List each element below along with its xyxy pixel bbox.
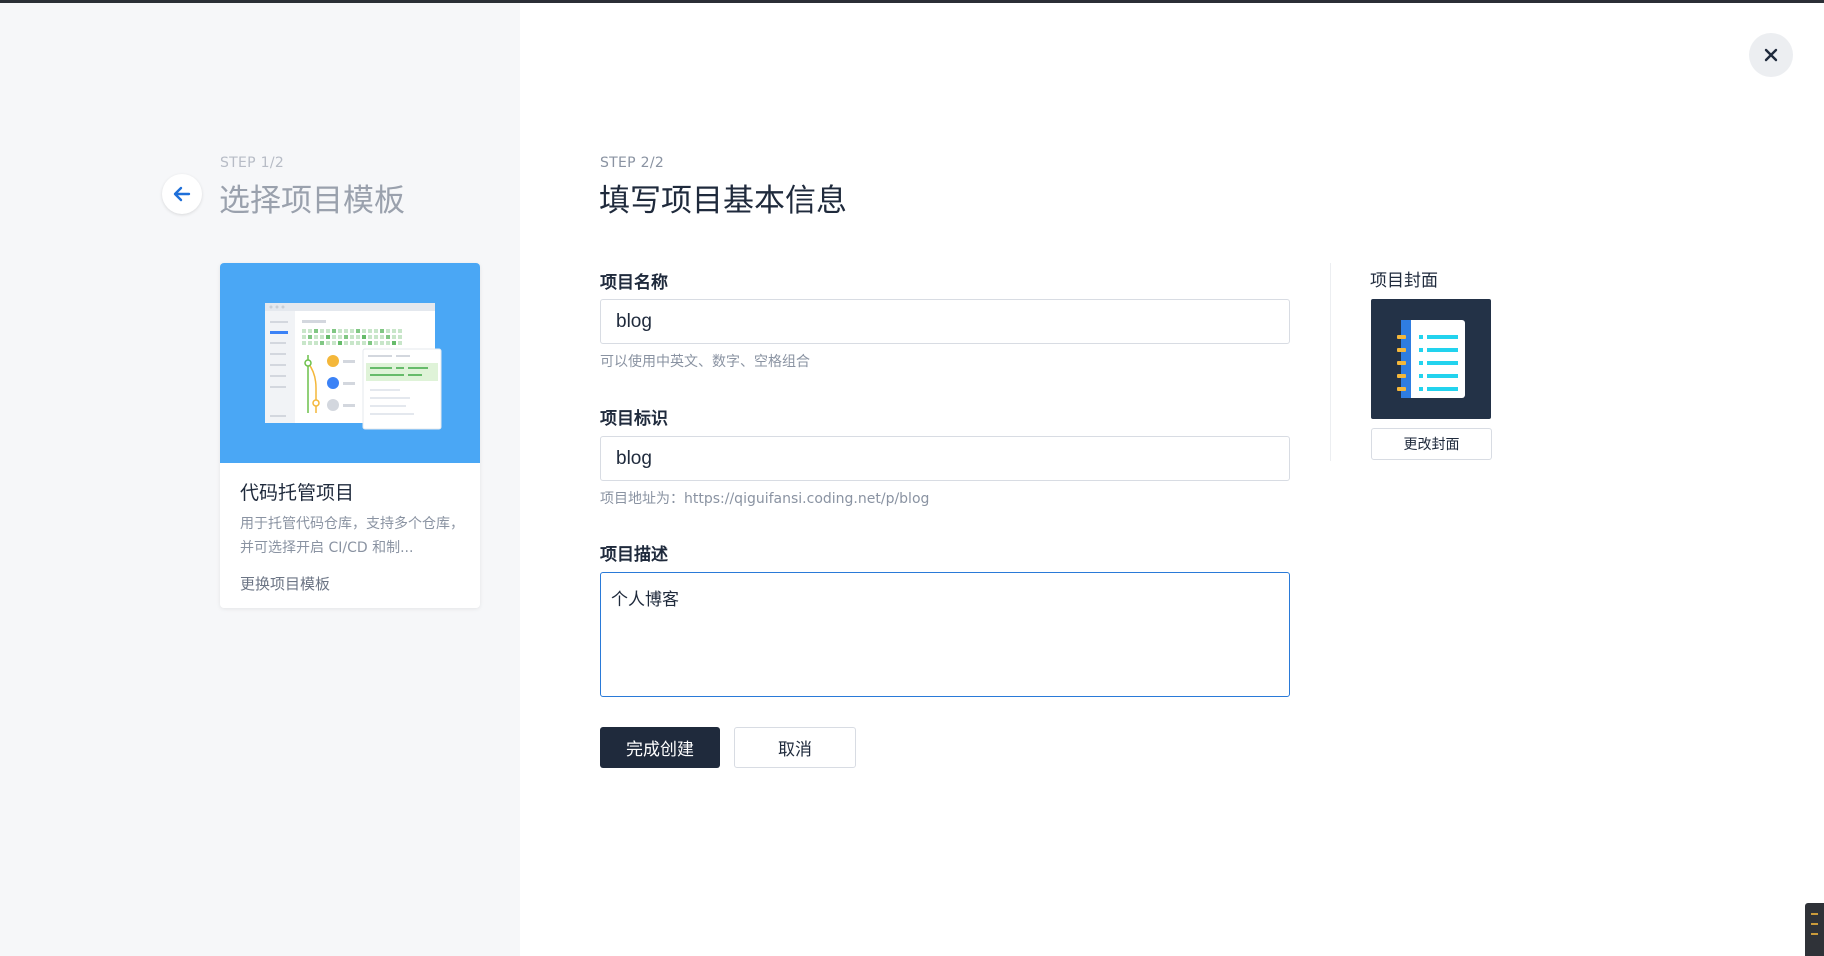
arrow-left-icon xyxy=(173,186,191,202)
project-description-textarea[interactable]: 个人博客 xyxy=(600,572,1290,697)
create-button[interactable]: 完成创建 xyxy=(600,727,720,768)
divider xyxy=(1330,263,1331,461)
project-id-label: 项目标识 xyxy=(600,409,668,429)
change-template-link[interactable]: 更换项目模板 xyxy=(240,573,330,594)
close-button[interactable] xyxy=(1749,33,1793,77)
cover-label: 项目封面 xyxy=(1370,271,1438,291)
corner-widget xyxy=(1805,903,1824,956)
close-icon xyxy=(1764,48,1778,62)
project-id-input[interactable] xyxy=(600,436,1290,481)
back-button[interactable] xyxy=(162,174,202,214)
step-title-left: 选择项目模板 xyxy=(219,183,405,219)
project-name-hint: 可以使用中英文、数字、空格组合 xyxy=(600,354,810,370)
step-indicator-left: STEP 1/2 xyxy=(220,155,285,171)
template-illustration xyxy=(220,263,480,463)
project-name-label: 项目名称 xyxy=(600,273,668,293)
template-name: 代码托管项目 xyxy=(240,482,355,504)
page-title: 填写项目基本信息 xyxy=(599,183,847,219)
step-indicator: STEP 2/2 xyxy=(600,155,665,171)
project-cover-image xyxy=(1371,299,1491,419)
cancel-button[interactable]: 取消 xyxy=(734,727,856,768)
notebook-icon xyxy=(1397,320,1465,398)
change-cover-button[interactable]: 更改封面 xyxy=(1371,428,1492,460)
project-name-input[interactable] xyxy=(600,299,1290,344)
project-url-hint: 项目地址为：https://qiguifansi.coding.net/p/bl… xyxy=(600,491,930,507)
template-description: 用于托管代码仓库，支持多个仓库，并可选择开启 CI/CD 和制... xyxy=(240,516,464,556)
template-card: 代码托管项目 用于托管代码仓库，支持多个仓库，并可选择开启 CI/CD 和制..… xyxy=(220,263,480,608)
project-description-label: 项目描述 xyxy=(600,545,668,565)
